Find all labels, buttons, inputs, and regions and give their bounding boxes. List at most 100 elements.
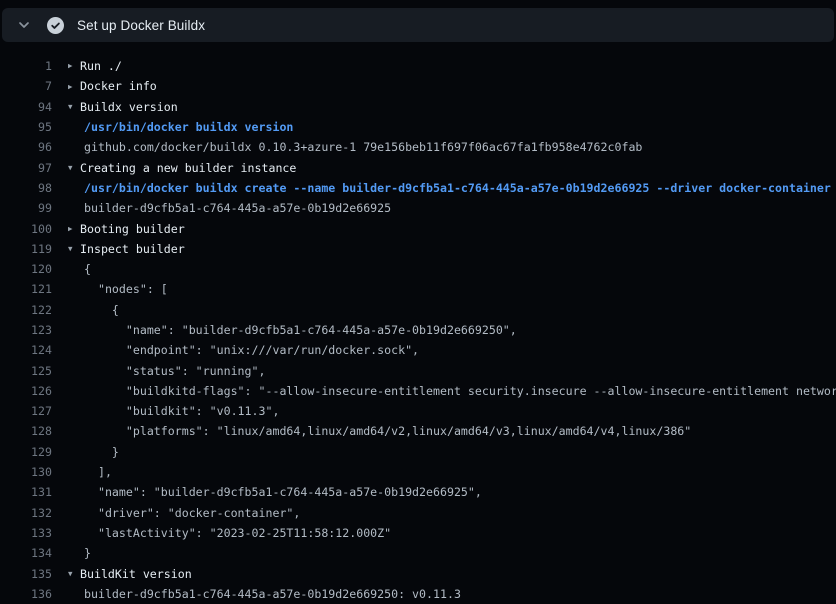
line-number[interactable]: 136 — [0, 587, 52, 601]
line-number[interactable]: 7 — [0, 79, 52, 93]
log-group-header[interactable]: ▼Creating a new builder instance — [68, 161, 296, 175]
line-number[interactable]: 127 — [0, 404, 52, 418]
log-group-title: Buildx version — [80, 100, 178, 114]
line-number[interactable]: 134 — [0, 546, 52, 560]
line-number[interactable]: 126 — [0, 384, 52, 398]
log-output-text: } — [68, 445, 119, 459]
triangle-down-icon: ▼ — [68, 245, 80, 253]
line-number[interactable]: 121 — [0, 282, 52, 296]
log-line: 136 builder-d9cfb5a1-c764-445a-a57e-0b19d… — [0, 584, 836, 604]
triangle-down-icon: ▼ — [68, 164, 80, 172]
triangle-right-icon: ▶ — [68, 225, 80, 233]
line-number[interactable]: 124 — [0, 343, 52, 357]
line-number[interactable]: 122 — [0, 303, 52, 317]
log-line: 128 "platforms": "linux/amd64,linux/amd6… — [0, 421, 836, 441]
log-line: 122 { — [0, 300, 836, 320]
log-line: 7 ▶Docker info — [0, 76, 836, 96]
log-line: 96 github.com/docker/buildx 0.10.3+azure-… — [0, 137, 836, 157]
log-line: 120 { — [0, 259, 836, 279]
log-output-text: "driver": "docker-container", — [68, 506, 300, 520]
triangle-right-icon: ▶ — [68, 62, 80, 70]
log-line: 127 "buildkit": "v0.11.3", — [0, 401, 836, 421]
log-line: 123 "name": "builder-d9cfb5a1-c764-445a-… — [0, 320, 836, 340]
log-line: 95/usr/bin/docker buildx version — [0, 117, 836, 137]
log-line: 131 "name": "builder-d9cfb5a1-c764-445a-… — [0, 482, 836, 502]
log-line: 121 "nodes": [ — [0, 279, 836, 299]
line-number[interactable]: 96 — [0, 140, 52, 154]
line-number[interactable]: 130 — [0, 465, 52, 479]
log-line: 94 ▼Buildx version — [0, 97, 836, 117]
log-line: 99 builder-d9cfb5a1-c764-445a-a57e-0b19d2… — [0, 198, 836, 218]
log-output-text: { — [68, 303, 119, 317]
log-group-title: Inspect builder — [80, 242, 185, 256]
log-line: 135 ▼BuildKit version — [0, 563, 836, 583]
log-output-text: builder-d9cfb5a1-c764-445a-a57e-0b19d2e6… — [68, 201, 391, 215]
log-group-title: BuildKit version — [80, 567, 192, 581]
log-line: 97 ▼Creating a new builder instance — [0, 157, 836, 177]
line-number[interactable]: 97 — [0, 161, 52, 175]
log-output-text: "buildkit": "v0.11.3", — [68, 404, 279, 418]
log-line: 130 ], — [0, 462, 836, 482]
chevron-down-icon[interactable] — [16, 17, 32, 33]
line-number[interactable]: 95 — [0, 120, 52, 134]
log-output-text: "name": "builder-d9cfb5a1-c764-445a-a57e… — [68, 485, 482, 499]
log-output-text: ], — [68, 465, 112, 479]
step-title: Set up Docker Buildx — [77, 18, 205, 33]
log-group-title: Creating a new builder instance — [80, 161, 296, 175]
log-line: 100 ▶Booting builder — [0, 218, 836, 238]
log-group-header[interactable]: ▼Inspect builder — [68, 242, 185, 256]
log-group-header[interactable]: ▼BuildKit version — [68, 567, 192, 581]
log-line: 129 } — [0, 442, 836, 462]
step-header[interactable]: Set up Docker Buildx — [2, 8, 834, 42]
line-number[interactable]: 100 — [0, 222, 52, 236]
log-output-text: "lastActivity": "2023-02-25T11:58:12.000… — [68, 526, 391, 540]
log-command-text: /usr/bin/docker buildx create --name bui… — [68, 181, 831, 195]
line-number[interactable]: 123 — [0, 323, 52, 337]
log-output-text: "buildkitd-flags": "--allow-insecure-ent… — [68, 384, 836, 398]
log-output-text: "status": "running", — [68, 364, 265, 378]
log-lines: 1▶Run ./7▶Docker info94▼Buildx version95… — [0, 42, 836, 604]
line-number[interactable]: 94 — [0, 100, 52, 114]
line-number[interactable]: 131 — [0, 485, 52, 499]
log-group-header[interactable]: ▼Buildx version — [68, 100, 178, 114]
log-output-text: builder-d9cfb5a1-c764-445a-a57e-0b19d2e6… — [68, 587, 461, 601]
triangle-down-icon: ▼ — [68, 570, 80, 578]
log-group-header[interactable]: ▶Booting builder — [68, 222, 185, 236]
log-group-title: Docker info — [80, 79, 157, 93]
check-circle-icon — [47, 17, 64, 34]
line-number[interactable]: 1 — [0, 59, 52, 73]
log-line: 126 "buildkitd-flags": "--allow-insecure… — [0, 381, 836, 401]
line-number[interactable]: 98 — [0, 181, 52, 195]
line-number[interactable]: 119 — [0, 242, 52, 256]
log-group-header[interactable]: ▶Run ./ — [68, 59, 122, 73]
log-group-title: Booting builder — [80, 222, 185, 236]
log-output-text: github.com/docker/buildx 0.10.3+azure-1 … — [68, 140, 642, 154]
line-number[interactable]: 135 — [0, 567, 52, 581]
log-output-text: } — [68, 546, 91, 560]
log-group-header[interactable]: ▶Docker info — [68, 79, 157, 93]
log-output-text: "endpoint": "unix:///var/run/docker.sock… — [68, 343, 419, 357]
log-output-text: "name": "builder-d9cfb5a1-c764-445a-a57e… — [68, 323, 517, 337]
line-number[interactable]: 129 — [0, 445, 52, 459]
triangle-down-icon: ▼ — [68, 103, 80, 111]
log-line: 124 "endpoint": "unix:///var/run/docker.… — [0, 340, 836, 360]
log-output-text: "platforms": "linux/amd64,linux/amd64/v2… — [68, 424, 691, 438]
log-output-text: "nodes": [ — [68, 282, 168, 296]
log-group-title: Run ./ — [80, 59, 122, 73]
log-output-text: { — [68, 262, 91, 276]
log-line: 119 ▼Inspect builder — [0, 239, 836, 259]
line-number[interactable]: 133 — [0, 526, 52, 540]
log-line: 132 "driver": "docker-container", — [0, 503, 836, 523]
log-line: 1 ▶Run ./ — [0, 56, 836, 76]
log-line: 134} — [0, 543, 836, 563]
line-number[interactable]: 120 — [0, 262, 52, 276]
log-command-text: /usr/bin/docker buildx version — [68, 120, 293, 134]
log-line: 98/usr/bin/docker buildx create --name b… — [0, 178, 836, 198]
line-number[interactable]: 132 — [0, 506, 52, 520]
line-number[interactable]: 99 — [0, 201, 52, 215]
line-number[interactable]: 128 — [0, 424, 52, 438]
log-line: 133 "lastActivity": "2023-02-25T11:58:12… — [0, 523, 836, 543]
triangle-right-icon: ▶ — [68, 83, 80, 91]
log-line: 125 "status": "running", — [0, 360, 836, 380]
line-number[interactable]: 125 — [0, 364, 52, 378]
